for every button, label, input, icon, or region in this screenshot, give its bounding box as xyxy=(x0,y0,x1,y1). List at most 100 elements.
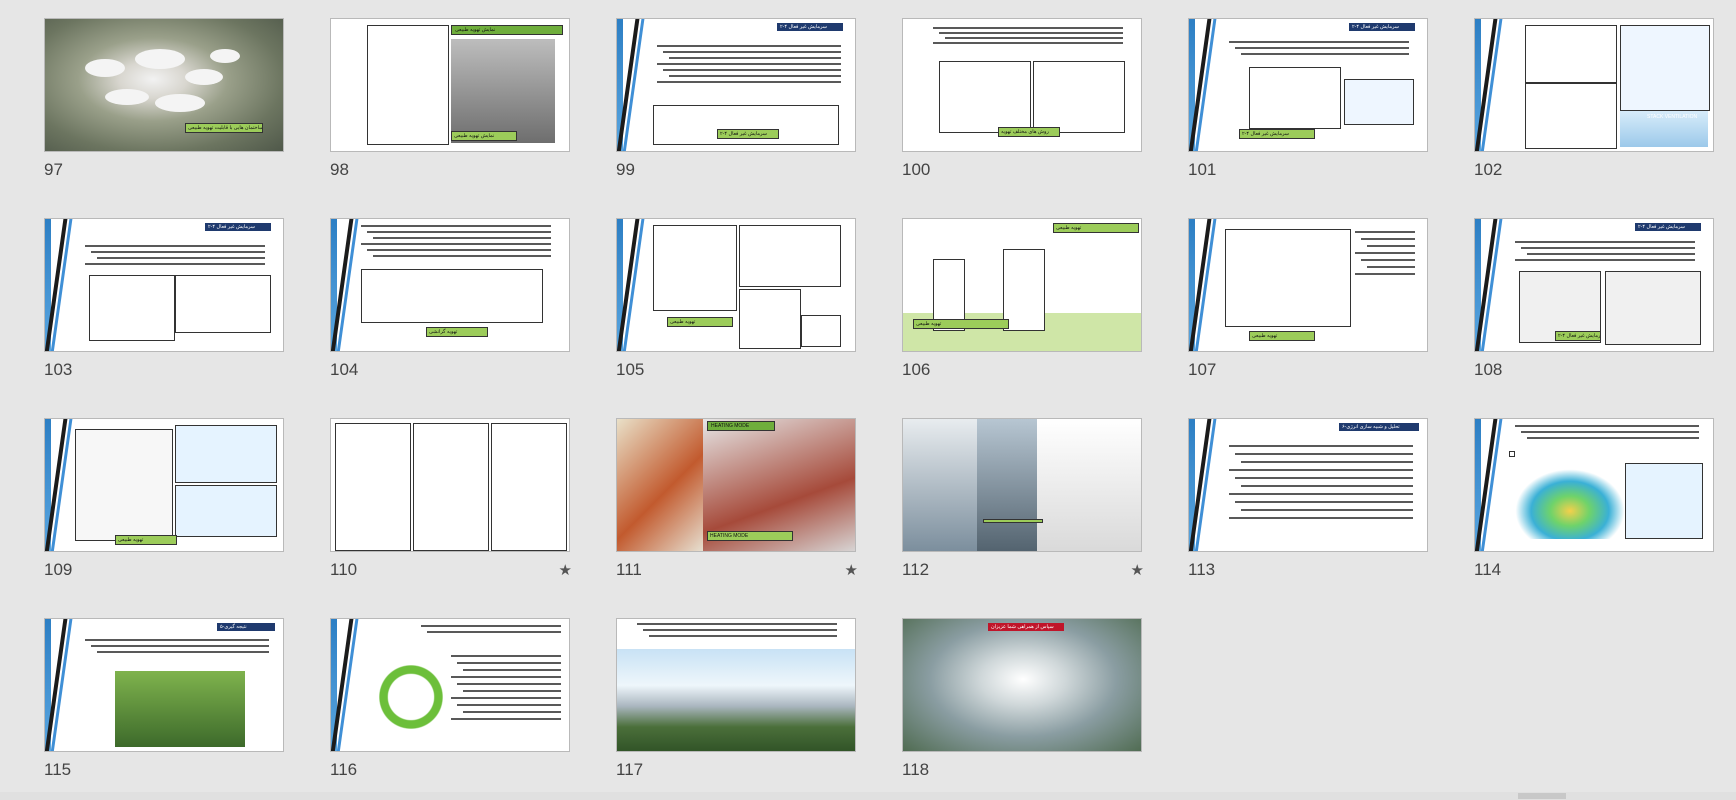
diagram-box xyxy=(801,315,841,347)
slide-preview[interactable]: روش های مختلف تهویه xyxy=(902,18,1142,152)
slide-preview[interactable] xyxy=(330,418,570,552)
text-line xyxy=(657,81,841,83)
text-line xyxy=(85,245,265,247)
slide-caption: STACK VENTILATION xyxy=(1647,114,1698,120)
slide-preview[interactable]: ۲-۴ سرمایش غیر فعال ۲-۴ سرمایش غیر فعال xyxy=(1474,218,1714,352)
slide-thumbnail-99[interactable]: ۲-۴ سرمایش غیر فعال ۲-۴ سرمایش غیر فعال 99 xyxy=(616,18,858,193)
slide-preview[interactable]: نمایش تهویه طبیعی نمایش تهویه طبیعی xyxy=(330,18,570,152)
diagram-box xyxy=(1525,83,1617,149)
slide-caption: ۵-نتیجه گیری xyxy=(217,623,275,631)
diagram-box xyxy=(1249,67,1341,129)
slide-caption: تهویه گرانشی xyxy=(426,327,488,337)
slide-preview[interactable]: تهویه طبیعی xyxy=(616,218,856,352)
slide-thumbnail-115[interactable]: ۵-نتیجه گیری 115 xyxy=(44,618,286,793)
text-line xyxy=(451,697,561,699)
slide-left-stripe xyxy=(45,419,73,551)
slide-number: 107 xyxy=(1188,360,1217,379)
slide-preview[interactable]: ۶-تحلیل و شبیه سازی انرژی xyxy=(1188,418,1428,552)
slide-preview[interactable]: تهویه طبیعی تهویه طبیعی xyxy=(902,218,1142,352)
slide-thumbnail-102[interactable]: STACK VENTILATION 102 xyxy=(1474,18,1716,193)
star-icon: ★ xyxy=(1130,562,1144,579)
text-line xyxy=(1229,493,1413,495)
text-line xyxy=(451,655,561,657)
text-line xyxy=(1229,469,1413,471)
slide-thumbnail-118[interactable]: سپاس از همراهی شما عزیزان 118 xyxy=(902,618,1144,793)
slide-left-stripe xyxy=(45,619,73,751)
text-line xyxy=(1515,425,1699,427)
text-line xyxy=(657,63,841,65)
slide-caption: نمایش تهویه طبیعی xyxy=(451,131,517,141)
slide-preview[interactable]: STACK VENTILATION xyxy=(1474,18,1714,152)
slide-thumbnail-103[interactable]: ۲-۴ سرمایش غیر فعال 103 xyxy=(44,218,286,393)
text-line xyxy=(643,629,837,631)
slide-caption: ۲-۴ سرمایش غیر فعال xyxy=(1239,129,1315,139)
slide-thumbnail-107[interactable]: تهویه طبیعی 107 xyxy=(1188,218,1430,393)
slide-thumbnail-106[interactable]: تهویه طبیعی تهویه طبیعی 106 xyxy=(902,218,1144,393)
slide-preview[interactable] xyxy=(330,618,570,752)
text-line xyxy=(1527,253,1695,255)
diagram-box xyxy=(175,275,271,333)
slide-thumbnail-111[interactable]: HEATING MODE HEATING MODE 111 ★ xyxy=(616,418,858,593)
slide-caption xyxy=(983,519,1043,523)
text-line xyxy=(373,255,551,257)
scrollbar-thumb[interactable] xyxy=(1518,793,1566,799)
text-line xyxy=(367,249,551,251)
text-line xyxy=(1355,273,1415,275)
slide-thumbnail-109[interactable]: تهویه طبیعی 109 xyxy=(44,418,286,593)
slide-thumbnail-114[interactable]: 114 xyxy=(1474,418,1716,593)
slide-thumbnail-116[interactable]: 116 xyxy=(330,618,572,793)
slide-number: 102 xyxy=(1474,160,1503,179)
slide-preview[interactable]: ۲-۴ سرمایش غیر فعال ۲-۴ سرمایش غیر فعال xyxy=(616,18,856,152)
slide-preview[interactable]: تهویه طبیعی xyxy=(44,418,284,552)
diagram-box xyxy=(1625,463,1703,539)
slide-caption: ساختمان هایی با قابلیت تهویه طبیعی xyxy=(185,123,263,133)
slide-thumbnail-97[interactable]: ساختمان هایی با قابلیت تهویه طبیعی 97 xyxy=(44,18,286,193)
slide-thumbnail-98[interactable]: نمایش تهویه طبیعی نمایش تهویه طبیعی 98 xyxy=(330,18,572,193)
slide-left-stripe xyxy=(1475,219,1503,351)
slide-preview[interactable]: ۲-۴ سرمایش غیر فعال xyxy=(44,218,284,352)
slide-preview[interactable] xyxy=(1474,418,1714,552)
slide-number: 106 xyxy=(902,360,931,379)
star-icon: ★ xyxy=(844,562,858,579)
slide-preview[interactable]: سپاس از همراهی شما عزیزان xyxy=(902,618,1142,752)
text-line xyxy=(1527,437,1699,439)
horizontal-scrollbar[interactable] xyxy=(0,792,1736,800)
text-line xyxy=(361,225,551,227)
slide-thumbnail-108[interactable]: ۲-۴ سرمایش غیر فعال ۲-۴ سرمایش غیر فعال 10… xyxy=(1474,218,1716,393)
text-line xyxy=(1241,509,1413,511)
text-line xyxy=(1515,259,1695,261)
slide-thumbnail-105[interactable]: تهویه طبیعی 105 xyxy=(616,218,858,393)
slide-thumbnail-112[interactable]: 112 ★ xyxy=(902,418,1144,593)
slide-thumbnail-101[interactable]: ۲-۴ سرمایش غیر فعال ۲-۴ سرمایش غیر فعال 10… xyxy=(1188,18,1430,193)
slide-preview[interactable]: ساختمان هایی با قابلیت تهویه طبیعی xyxy=(44,18,284,152)
text-line xyxy=(457,662,561,664)
slide-number: 101 xyxy=(1188,160,1217,179)
slide-preview[interactable]: ۲-۴ سرمایش غیر فعال ۲-۴ سرمایش غیر فعال xyxy=(1188,18,1428,152)
slide-caption: تهویه طبیعی xyxy=(115,535,177,545)
slide-preview[interactable]: تهویه گرانشی xyxy=(330,218,570,352)
text-line xyxy=(91,251,265,253)
energy-house-image xyxy=(115,671,245,747)
slide-preview[interactable] xyxy=(616,618,856,752)
slide-thumbnail-110[interactable]: 110 ★ xyxy=(330,418,572,593)
text-line xyxy=(85,263,265,265)
text-line xyxy=(451,676,561,678)
slide-number: 113 xyxy=(1188,560,1216,579)
slide-thumbnail-104[interactable]: تهویه گرانشی 104 xyxy=(330,218,572,393)
slide-thumbnail-117[interactable]: 117 xyxy=(616,618,858,793)
building-shape xyxy=(210,49,240,63)
slide-preview[interactable]: تهویه طبیعی xyxy=(1188,218,1428,352)
text-line xyxy=(1361,238,1415,240)
slide-thumbnail-100[interactable]: روش های مختلف تهویه 100 xyxy=(902,18,1144,193)
slide-preview[interactable]: HEATING MODE HEATING MODE xyxy=(616,418,856,552)
slide-thumbnail-113[interactable]: ۶-تحلیل و شبیه سازی انرژی 113 xyxy=(1188,418,1430,593)
diagram-box xyxy=(175,485,277,537)
text-line xyxy=(637,623,837,625)
text-line xyxy=(669,57,841,59)
slide-caption: ۲-۴ سرمایش غیر فعال xyxy=(205,223,271,231)
slide-preview[interactable]: ۵-نتیجه گیری xyxy=(44,618,284,752)
text-line xyxy=(367,231,551,233)
text-line xyxy=(1367,266,1415,268)
text-line xyxy=(1241,461,1413,463)
slide-preview[interactable] xyxy=(902,418,1142,552)
